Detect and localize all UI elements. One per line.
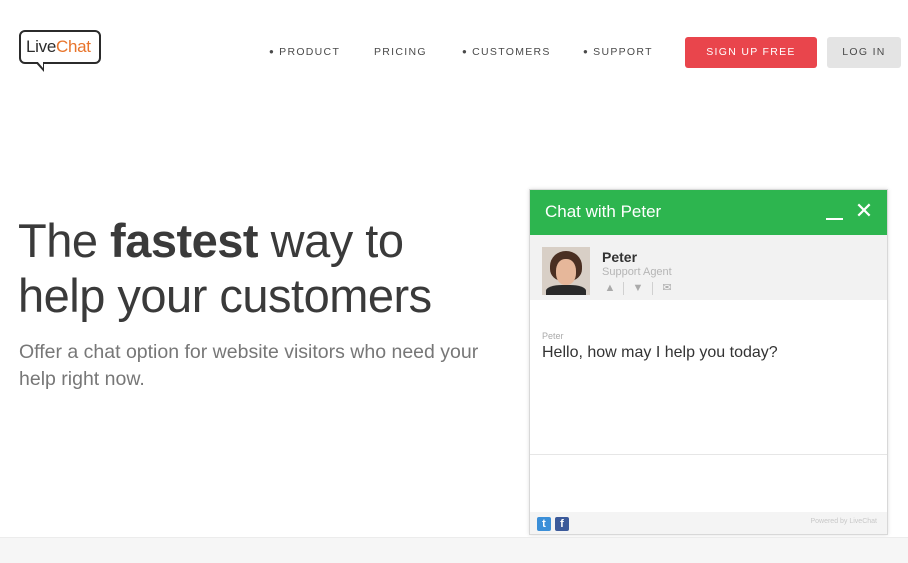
agent-avatar	[542, 247, 590, 295]
agent-role: Support Agent	[602, 266, 672, 278]
nav-customers-label: CUSTOMERS	[472, 46, 551, 58]
nav-product[interactable]: ● PRODUCT	[269, 46, 340, 60]
logo-speech-tail-inner	[37, 61, 43, 68]
thumbs-up-icon[interactable]: ▲	[602, 282, 618, 294]
message-text: Hello, how may I help you today?	[542, 344, 778, 361]
powered-by-label: Powered by LiveChat	[810, 518, 877, 525]
icon-divider	[623, 282, 624, 295]
chat-title: Chat with Peter	[545, 202, 662, 221]
nav-bullet-icon: ●	[462, 47, 469, 56]
logo-box: LiveChat	[19, 30, 101, 64]
nav-customers[interactable]: ● CUSTOMERS	[462, 46, 551, 60]
hero-title-line2: help your customers	[18, 269, 432, 322]
agent-name: Peter	[602, 249, 638, 265]
message-sender: Peter	[542, 331, 564, 341]
nav-pricing-label: PRICING	[374, 46, 427, 58]
chat-input-divider	[530, 454, 887, 455]
nav-support-label: SUPPORT	[593, 46, 653, 58]
icon-divider	[652, 282, 653, 295]
thumbs-down-icon[interactable]: ▼	[630, 282, 646, 294]
chat-widget: Chat with Peter ✕ Peter Support Agent ▲ …	[529, 189, 888, 535]
chat-header[interactable]: Chat with Peter ✕	[530, 190, 887, 235]
minimize-icon[interactable]	[826, 218, 843, 220]
logo-text-live: Live	[26, 37, 56, 56]
hero-title-bold: fastest	[110, 214, 259, 267]
bottom-section-strip	[0, 537, 908, 563]
twitter-icon[interactable]: t	[537, 517, 551, 531]
nav-pricing[interactable]: PRICING	[374, 46, 427, 60]
logo-text-chat: Chat	[56, 37, 91, 56]
nav-bullet-icon: ●	[269, 47, 276, 56]
hero-title-pre: The	[18, 214, 111, 267]
nav-bullet-icon: ●	[583, 47, 590, 56]
chat-footer: t f Powered by LiveChat	[530, 512, 887, 534]
sign-up-free-button[interactable]: SIGN UP FREE	[685, 37, 817, 68]
hero-subtitle: Offer a chat option for website visitors…	[19, 341, 479, 390]
facebook-icon[interactable]: f	[555, 517, 569, 531]
close-icon[interactable]: ✕	[854, 200, 874, 222]
log-in-button[interactable]: LOG IN	[827, 37, 901, 68]
hero-title-post: way to	[258, 214, 404, 267]
email-icon[interactable]: ✉	[659, 282, 675, 294]
livechat-logo[interactable]: LiveChat	[19, 30, 105, 72]
nav-product-label: PRODUCT	[279, 46, 341, 58]
agent-info-bar: Peter Support Agent ▲ ▼ ✉	[530, 235, 887, 300]
hero-title: The fastest way to help your customers	[18, 214, 488, 324]
nav-support[interactable]: ● SUPPORT	[583, 46, 653, 60]
